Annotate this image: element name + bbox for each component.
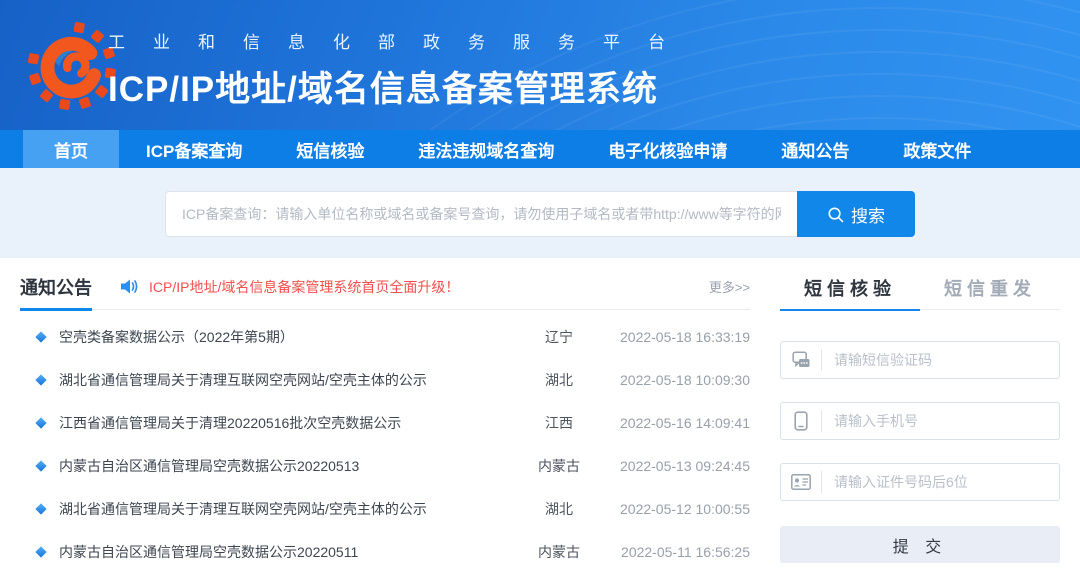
diamond-bullet-icon — [35, 503, 46, 514]
phone-field-wrap — [780, 402, 1060, 440]
announcement-link[interactable]: ICP/IP地址/域名信息备案管理系统首页全面升级！ — [120, 271, 459, 297]
nav-item-home[interactable]: 首页 — [23, 130, 119, 168]
notice-title-link[interactable]: 内蒙古自治区通信管理局空壳数据公示20220511 — [59, 542, 514, 562]
notice-row[interactable]: 空壳类备案数据公示（2022年第5期） 辽宁 2022-05-18 16:33:… — [20, 315, 750, 358]
mobile-phone-icon — [794, 411, 808, 431]
id-card-icon — [791, 474, 811, 490]
sms-message-icon — [792, 351, 811, 369]
nav-item-sms-verification[interactable]: 短信核验 — [269, 130, 391, 168]
miit-logo[interactable] — [26, 20, 118, 112]
site-header: 工业和信息化部政务服务平台 ICP/IP地址/域名信息备案管理系统 — [0, 0, 1080, 130]
search-button-label: 搜索 — [851, 202, 885, 227]
main-content: 通知公告 ICP/IP地址/域名信息备案管理系统首页全面升级！ 更多>> 空壳类… — [0, 258, 1080, 577]
nav-item-icp-query[interactable]: ICP备案查询 — [119, 130, 269, 168]
notice-datetime: 2022-05-16 14:09:41 — [604, 415, 750, 431]
tab-sms-verify[interactable]: 短信核验 — [780, 258, 920, 310]
notice-datetime: 2022-05-18 10:09:30 — [604, 372, 750, 388]
notice-province: 辽宁 — [514, 327, 604, 347]
phone-number-input[interactable] — [822, 403, 1059, 439]
diamond-bullet-icon — [35, 331, 46, 342]
diamond-bullet-icon — [35, 546, 46, 557]
sms-code-input[interactable] — [822, 342, 1059, 378]
speaker-icon — [120, 278, 139, 295]
notice-title-link[interactable]: 内蒙古自治区通信管理局空壳数据公示20220513 — [59, 456, 514, 476]
notice-row[interactable]: 内蒙古自治区通信管理局空壳数据公示20220513 内蒙古 2022-05-13… — [20, 444, 750, 487]
diamond-bullet-icon — [35, 460, 46, 471]
search-bar: 搜索 — [165, 191, 915, 237]
submit-button[interactable]: 提 交 — [780, 526, 1060, 563]
notice-province: 江西 — [514, 413, 604, 433]
more-link[interactable]: 更多>> — [709, 277, 750, 296]
nav-item-policy-files[interactable]: 政策文件 — [876, 130, 998, 168]
search-button[interactable]: 搜索 — [797, 191, 915, 237]
notice-row[interactable]: 湖北省通信管理局关于清理互联网空壳网站/空壳主体的公示 湖北 2022-05-1… — [20, 358, 750, 401]
notice-row[interactable]: 内蒙古自治区通信管理局空壳数据公示20220511 内蒙古 2022-05-11… — [20, 530, 750, 573]
notice-row[interactable]: 湖北省通信管理局关于清理互联网空壳网站/空壳主体的公示 湖北 2022-05-1… — [20, 487, 750, 530]
notice-province: 内蒙古 — [514, 456, 604, 476]
icp-search-input[interactable] — [165, 191, 797, 237]
sms-code-field-wrap — [780, 341, 1060, 379]
notice-title-link[interactable]: 江西省通信管理局关于清理20220516批次空壳数据公示 — [59, 413, 514, 433]
notice-datetime: 2022-05-13 09:24:45 — [604, 458, 750, 474]
notice-datetime: 2022-05-11 16:56:25 — [604, 544, 750, 560]
notice-row[interactable]: 江西省通信管理局关于清理20220516批次空壳数据公示 江西 2022-05-… — [20, 401, 750, 444]
nav-item-e-verification-apply[interactable]: 电子化核验申请 — [581, 130, 754, 168]
id-number-input[interactable] — [822, 464, 1059, 500]
notice-province: 湖北 — [514, 499, 604, 519]
notice-title-link[interactable]: 湖北省通信管理局关于清理互联网空壳网站/空壳主体的公示 — [59, 499, 514, 519]
id-number-field-wrap — [780, 463, 1060, 501]
notice-datetime: 2022-05-18 16:33:19 — [604, 329, 750, 345]
sms-verification-panel: 短信核验 短信重发 — [780, 258, 1060, 577]
notice-section-title: 通知公告 — [20, 258, 92, 310]
main-nav: 首页 ICP备案查询 短信核验 违法违规域名查询 电子化核验申请 通知公告 政策… — [0, 130, 1080, 168]
notice-province: 湖北 — [514, 370, 604, 390]
notice-section: 通知公告 ICP/IP地址/域名信息备案管理系统首页全面升级！ 更多>> 空壳类… — [20, 258, 750, 577]
notice-datetime: 2022-05-12 10:00:55 — [604, 501, 750, 517]
nav-item-illegal-domain-query[interactable]: 违法违规域名查询 — [391, 130, 581, 168]
notice-title-link[interactable]: 湖北省通信管理局关于清理互联网空壳网站/空壳主体的公示 — [59, 370, 514, 390]
diamond-bullet-icon — [35, 374, 46, 385]
search-icon — [827, 206, 844, 223]
announcement-text: ICP/IP地址/域名信息备案管理系统首页全面升级！ — [149, 277, 459, 297]
tab-sms-resend[interactable]: 短信重发 — [920, 258, 1060, 310]
search-section: 搜索 — [0, 168, 1080, 258]
notice-province: 内蒙古 — [514, 542, 604, 562]
sms-tabs: 短信核验 短信重发 — [780, 258, 1060, 310]
nav-item-notices[interactable]: 通知公告 — [754, 130, 876, 168]
platform-name: 工业和信息化部政务服务平台 — [108, 28, 693, 53]
site-title: ICP/IP地址/域名信息备案管理系统 — [108, 61, 693, 112]
notice-title-link[interactable]: 空壳类备案数据公示（2022年第5期） — [59, 327, 514, 347]
diamond-bullet-icon — [35, 417, 46, 428]
notice-list: 空壳类备案数据公示（2022年第5期） 辽宁 2022-05-18 16:33:… — [20, 310, 750, 573]
